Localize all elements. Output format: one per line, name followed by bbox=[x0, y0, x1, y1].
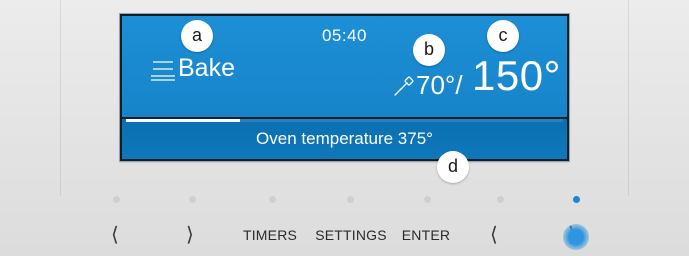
callout-badge-d: d bbox=[437, 151, 469, 183]
panel-seam-right bbox=[628, 0, 629, 196]
callout-badge-b: b bbox=[413, 34, 445, 66]
callout-badge-a: a bbox=[181, 20, 213, 52]
indicator-dot bbox=[347, 196, 354, 203]
temperature-probe-icon bbox=[394, 76, 414, 96]
oven-temperature-status: Oven temperature 375° bbox=[256, 129, 433, 148]
indicator-dot bbox=[269, 196, 276, 203]
indicator-dot bbox=[189, 196, 196, 203]
panel-seam-left bbox=[60, 0, 61, 196]
right-arrow-button[interactable]: ⟩ bbox=[177, 222, 203, 248]
bake-lines-icon bbox=[151, 61, 175, 81]
secondary-left-arrow-button[interactable]: ⟨ bbox=[481, 222, 507, 248]
preheat-progress-track bbox=[126, 119, 563, 122]
left-arrow-button[interactable]: ⟨ bbox=[102, 222, 128, 248]
target-oven-temperature: 150° bbox=[472, 52, 561, 99]
indicator-dot bbox=[497, 196, 504, 203]
indicator-dot-active bbox=[573, 196, 580, 203]
indicator-dot bbox=[113, 196, 120, 203]
display-status-bar: Oven temperature 375° bbox=[122, 119, 567, 159]
settings-button[interactable]: SETTINGS bbox=[311, 222, 391, 248]
touch-indicator bbox=[563, 224, 589, 250]
timers-button[interactable]: TIMERS bbox=[238, 222, 302, 248]
callout-badge-c: c bbox=[487, 20, 519, 52]
enter-button[interactable]: ENTER bbox=[398, 222, 454, 248]
cooking-mode-label: Bake bbox=[178, 54, 235, 82]
indicator-dot bbox=[424, 196, 431, 203]
probe-temperature: 70°/ bbox=[416, 70, 463, 100]
preheat-progress-fill bbox=[126, 119, 240, 122]
